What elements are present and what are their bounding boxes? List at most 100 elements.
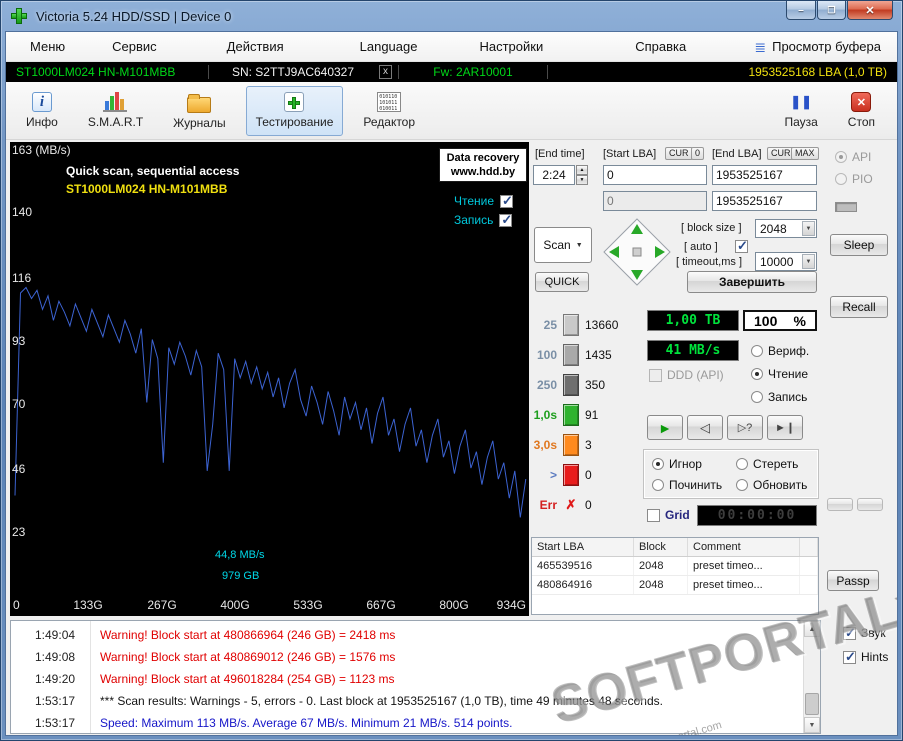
scan-speed-graph: 163 (MB/s) 140 116 93 70 46 23 0 133G 26…: [10, 142, 529, 616]
title-bar[interactable]: Victoria 5.24 HDD/SSD | Device 0 – ❐ ✕: [1, 1, 902, 31]
grid-checkbox-box[interactable]: [647, 508, 660, 522]
read-checkbox[interactable]: [500, 193, 514, 209]
close-button[interactable]: ✕: [847, 1, 893, 20]
journals-button[interactable]: Журналы: [163, 86, 235, 136]
spin-down-icon[interactable]: ▼: [576, 175, 588, 185]
write-checkbox[interactable]: [499, 212, 513, 228]
finish-button[interactable]: Завершить: [687, 271, 817, 293]
menu-item-settings[interactable]: Настройки: [479, 39, 543, 54]
ignore-radio[interactable]: Игнор: [652, 457, 702, 471]
table-row[interactable]: 480864916 2048 preset timeo...: [532, 576, 818, 595]
info-button[interactable]: i Инфо: [16, 86, 68, 136]
spin-up-icon[interactable]: ▲: [576, 165, 588, 175]
smart-button[interactable]: S.M.A.R.T: [78, 86, 153, 136]
header-block[interactable]: Block: [634, 538, 688, 556]
log-scrollbar[interactable]: ▲ ▼: [803, 621, 820, 733]
remap-radio[interactable]: Починить: [652, 478, 722, 492]
timeout-label: [ timeout,ms ]: [676, 256, 743, 268]
verify-radio[interactable]: Вериф.: [751, 344, 809, 358]
header-start-lba[interactable]: Start LBA: [532, 538, 634, 556]
maximize-button[interactable]: ❐: [817, 1, 846, 20]
log-row: 1:49:04 Warning! Block start at 48086696…: [11, 624, 820, 646]
skip-button[interactable]: ►❙: [767, 415, 803, 440]
verify-radio-circle[interactable]: [751, 345, 763, 357]
header-comment[interactable]: Comment: [688, 538, 800, 556]
cell-start-lba: 465539516: [532, 557, 634, 575]
refresh-radio[interactable]: Обновить: [736, 478, 807, 492]
refresh-radio-circle[interactable]: [736, 479, 748, 491]
y-tick: 70: [12, 397, 26, 411]
pause-button[interactable]: ❚❚ Пауза: [774, 86, 827, 136]
cell-block: 2048: [634, 557, 688, 575]
buffer-list-icon: ≣: [754, 38, 767, 55]
y-tick: 116: [12, 271, 32, 285]
scroll-up-icon[interactable]: ▲: [804, 621, 820, 637]
read-radio-circle[interactable]: [751, 368, 763, 380]
seek-button[interactable]: ▷?: [727, 415, 763, 440]
aux-button-2: [857, 498, 883, 511]
menu-bar: Меню Сервис Действия Language Настройки …: [6, 32, 897, 62]
start-lba-cur-button[interactable]: CUR: [665, 147, 693, 160]
passp-button[interactable]: Passp: [827, 570, 879, 591]
table-row[interactable]: 465539516 2048 preset timeo...: [532, 557, 818, 576]
window-controls: – ❐ ✕: [785, 1, 893, 20]
block-size-combo[interactable]: 2048 ▼: [755, 219, 817, 238]
percent-value: 100: [754, 312, 778, 329]
hex-editor-icon: 010110101011010011: [377, 92, 402, 112]
read-radio[interactable]: Чтение: [751, 367, 808, 381]
badge-line2: www.hdd.by: [450, 166, 516, 178]
scroll-down-icon[interactable]: ▼: [804, 717, 820, 733]
start-lba-field[interactable]: [603, 165, 707, 185]
hist-chip-over: [563, 464, 579, 486]
write-radio-circle[interactable]: [751, 391, 763, 403]
hints-checkbox[interactable]: Hints: [843, 649, 889, 665]
start-lba-zero-button[interactable]: 0: [691, 147, 705, 160]
buffer-view-button[interactable]: ≣ Просмотр буфера: [754, 39, 881, 54]
testing-button[interactable]: Тестирование: [245, 85, 344, 136]
pio-radio-circle: [835, 173, 847, 185]
dropdown-icon[interactable]: ▼: [802, 254, 815, 269]
sound-checkbox-box[interactable]: [843, 625, 856, 641]
end-time-spinner[interactable]: ▲ ▼: [576, 165, 588, 185]
sleep-button[interactable]: Sleep: [830, 234, 888, 256]
hist-label-100: 100: [536, 348, 557, 362]
grid-checkbox[interactable]: Grid: [647, 508, 690, 522]
recall-button[interactable]: Recall: [830, 296, 888, 318]
end-time-field[interactable]: [533, 165, 575, 185]
jog-diamond-control[interactable]: [601, 216, 673, 288]
ddd-label: DDD (API): [667, 368, 724, 382]
scan-mode-dropdown[interactable]: Scan ▼: [534, 227, 592, 263]
erase-radio-circle[interactable]: [736, 458, 748, 470]
minimize-button[interactable]: –: [786, 1, 816, 20]
menu-item-service[interactable]: Сервис: [112, 39, 157, 54]
activity-indicator: [835, 202, 857, 212]
remap-radio-circle[interactable]: [652, 479, 664, 491]
sound-checkbox[interactable]: Звук: [843, 625, 886, 641]
quick-button[interactable]: QUICK: [535, 272, 589, 292]
menu-item-language[interactable]: Language: [360, 39, 418, 54]
auto-checkbox[interactable]: [735, 238, 748, 254]
editor-button[interactable]: 010110101011010011 Редактор: [353, 86, 425, 136]
hints-checkbox-box[interactable]: [843, 649, 856, 665]
side-panel: API PIO Sleep Recall Passp Звук Hints: [821, 142, 897, 735]
serial-close-button[interactable]: x: [379, 65, 392, 79]
hist-label-over: >: [549, 468, 557, 482]
stop-label: Стоп: [847, 115, 875, 129]
stop-button[interactable]: ✕ Стоп: [838, 86, 885, 136]
ignore-radio-circle[interactable]: [652, 458, 664, 470]
start-test-button[interactable]: ►: [647, 415, 683, 440]
end-lba-field2[interactable]: [712, 191, 817, 211]
timeout-combo[interactable]: 10000 ▼: [755, 252, 817, 271]
menu-item-actions[interactable]: Действия: [227, 39, 284, 54]
end-lba-max-button[interactable]: MAX: [791, 147, 819, 160]
erase-radio[interactable]: Стереть: [736, 457, 798, 471]
menu-item-menu[interactable]: Меню: [30, 39, 65, 54]
menu-item-help[interactable]: Справка: [635, 39, 686, 54]
end-lba-field[interactable]: [712, 165, 817, 185]
hints-label: Hints: [861, 650, 889, 664]
step-back-button[interactable]: ◁: [687, 415, 723, 440]
api-radio-circle: [835, 151, 847, 163]
write-radio[interactable]: Запись: [751, 390, 807, 404]
scrollbar-thumb[interactable]: [805, 693, 819, 715]
dropdown-icon[interactable]: ▼: [802, 221, 815, 236]
